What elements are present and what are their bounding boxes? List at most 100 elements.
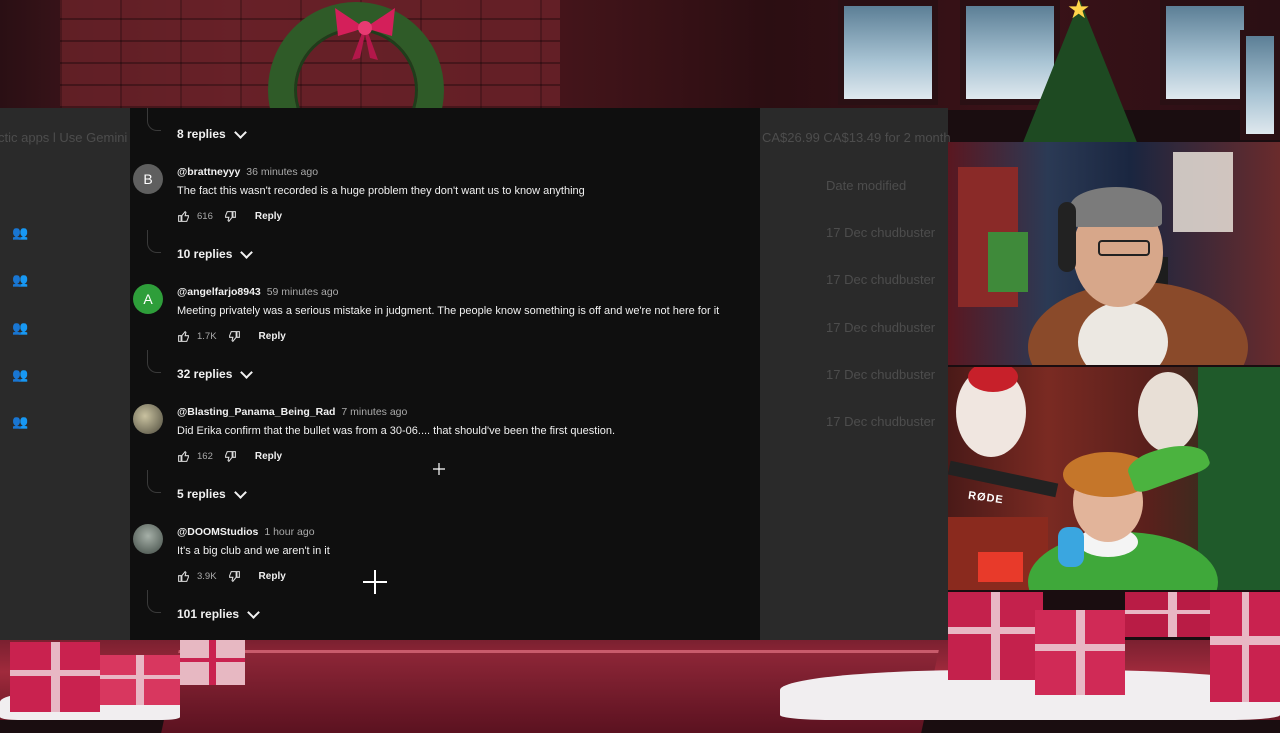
file-row: 17 Dec chudbuster	[826, 272, 936, 287]
thumbs-down-icon[interactable]	[224, 210, 237, 223]
file-row: 17 Dec chudbuster	[826, 320, 936, 335]
comment-meta: @angelfarjo8943 59 minutes ago	[177, 286, 339, 298]
people-icon: 👥	[12, 367, 29, 382]
comment-author[interactable]: @Blasting_Panama_Being_Rad	[177, 406, 335, 418]
comment-thread: @DOOMStudios 1 hour ago It's a big club …	[130, 524, 760, 614]
comment-author[interactable]: @DOOMStudios	[177, 526, 258, 538]
cap	[1070, 187, 1162, 227]
thread-line	[147, 350, 161, 373]
view-replies-button[interactable]: 101 replies	[177, 605, 260, 621]
webcam-streamer	[948, 142, 1280, 365]
window-frame	[1173, 152, 1233, 232]
comment-actions: 1.7K Reply	[177, 328, 286, 344]
people-icon: 👥	[12, 320, 29, 335]
like-count: 616	[197, 210, 213, 222]
thread-line	[147, 590, 161, 613]
gift-box	[1125, 592, 1220, 637]
mic-pop-filter	[1058, 527, 1084, 567]
fire	[978, 552, 1023, 582]
gift-box	[948, 592, 1043, 680]
thumbs-down-icon[interactable]	[228, 570, 241, 583]
santa-figure	[1138, 372, 1198, 452]
creeper-figure	[988, 232, 1028, 292]
people-icon: 👥	[12, 272, 29, 287]
gift-box	[100, 655, 180, 705]
avatar[interactable]	[133, 404, 163, 434]
red-bow-icon	[335, 8, 395, 60]
people-icon: 👥	[12, 414, 29, 429]
comment-meta: @Blasting_Panama_Being_Rad 7 minutes ago	[177, 406, 407, 418]
comment-thread: B @brattneyyy 36 minutes ago The fact th…	[130, 164, 760, 254]
chevron-down-icon	[233, 125, 247, 139]
thumbs-up-icon[interactable]	[177, 450, 190, 463]
like-count: 162	[197, 450, 213, 462]
comment-text: The fact this wasn't recorded is a huge …	[177, 185, 585, 197]
avatar-letter: B	[143, 171, 153, 187]
promo-fragment: ctic apps l Use Gemini	[0, 130, 128, 145]
comment-time[interactable]: 36 minutes ago	[246, 166, 318, 178]
people-icon: 👥	[12, 225, 29, 240]
headphones	[1058, 202, 1076, 272]
snowy-window	[838, 0, 938, 105]
snowy-window	[1240, 30, 1280, 140]
avatar[interactable]: A	[133, 284, 163, 314]
view-replies-button[interactable]: 8 replies	[177, 125, 247, 141]
avatar-letter: A	[143, 291, 153, 307]
thread-line	[147, 230, 161, 253]
comment-actions: 3.9K Reply	[177, 568, 286, 584]
thumbs-up-icon[interactable]	[177, 210, 190, 223]
avatar[interactable]: B	[133, 164, 163, 194]
microphone	[948, 460, 1059, 498]
chevron-down-icon	[240, 245, 254, 259]
comment-text: It's a big club and we aren't in it	[177, 545, 330, 557]
view-replies-button[interactable]: 5 replies	[177, 485, 247, 501]
thumbs-up-icon[interactable]	[177, 570, 190, 583]
webcam-guest	[948, 367, 1280, 590]
reply-button[interactable]: Reply	[255, 211, 282, 222]
reply-button[interactable]: Reply	[259, 571, 286, 582]
tree-star-icon: ★	[1067, 0, 1091, 24]
thumbs-down-icon[interactable]	[228, 330, 241, 343]
comment-text: Meeting privately was a serious mistake …	[177, 305, 720, 317]
thumbs-up-icon[interactable]	[177, 330, 190, 343]
file-row: 17 Dec chudbuster	[826, 225, 936, 240]
replies-label: 8 replies	[177, 127, 226, 141]
like-count: 3.9K	[197, 570, 217, 582]
thread-line	[147, 108, 161, 131]
replies-label: 10 replies	[177, 247, 233, 261]
chevron-down-icon	[247, 605, 260, 619]
comment-thread: @Blasting_Panama_Being_Rad 7 minutes ago…	[130, 404, 760, 494]
view-replies-button[interactable]: 10 replies	[177, 245, 254, 261]
chevron-down-icon	[240, 365, 254, 379]
like-count: 1.7K	[197, 330, 217, 342]
comment-thread: A @angelfarjo8943 59 minutes ago Meeting…	[130, 284, 760, 374]
comment-author[interactable]: @angelfarjo8943	[177, 286, 261, 298]
file-row: 17 Dec chudbuster	[826, 367, 936, 382]
avatar[interactable]	[133, 524, 163, 554]
replies-label: 101 replies	[177, 607, 240, 621]
gift-box	[180, 640, 245, 685]
replies-label: 5 replies	[177, 487, 226, 501]
christmas-tree	[1198, 367, 1280, 590]
comment-author[interactable]: @brattneyyy	[177, 166, 240, 178]
thumbs-down-icon[interactable]	[224, 450, 237, 463]
reply-button[interactable]: Reply	[255, 451, 282, 462]
comment-meta: @brattneyyy 36 minutes ago	[177, 166, 318, 178]
crosshair-cursor-icon	[363, 570, 387, 594]
gift-box	[1210, 592, 1280, 702]
comment-time[interactable]: 1 hour ago	[264, 526, 314, 538]
comment-time[interactable]: 7 minutes ago	[341, 406, 407, 418]
snowy-window	[1160, 0, 1250, 105]
comment-time[interactable]: 59 minutes ago	[267, 286, 339, 298]
file-row: 17 Dec chudbuster	[826, 414, 936, 429]
gift-box	[1035, 610, 1125, 695]
comment-actions: 616 Reply	[177, 208, 282, 224]
reply-button[interactable]: Reply	[259, 331, 286, 342]
gift-box	[10, 642, 100, 712]
view-replies-button[interactable]: 32 replies	[177, 365, 254, 381]
price-fragment: CA$26.99 CA$13.49 for 2 month	[762, 130, 951, 145]
comments-panel: 8 replies B @brattneyyy 36 minutes ago T…	[130, 108, 760, 640]
comment-text: Did Erika confirm that the bullet was fr…	[177, 425, 616, 437]
column-header-date: Date modified	[826, 178, 907, 193]
glasses	[1098, 240, 1150, 256]
